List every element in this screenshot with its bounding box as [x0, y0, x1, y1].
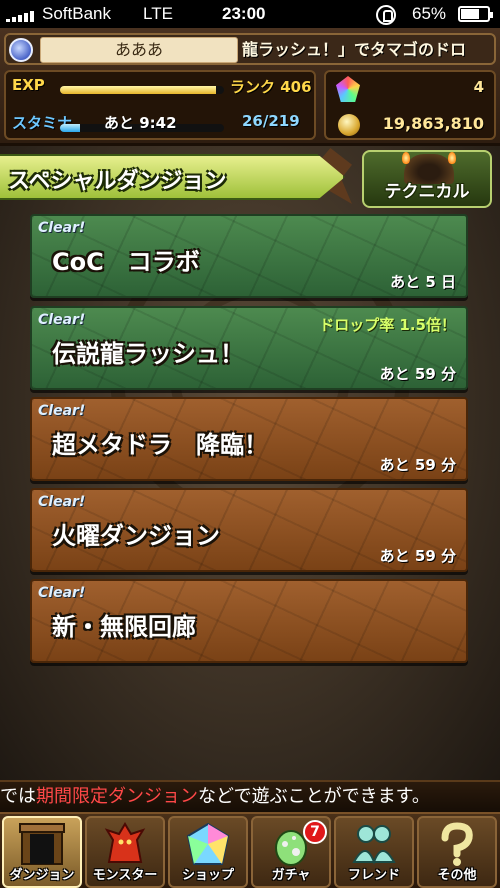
info-prefix: では — [0, 786, 36, 807]
nav-label: ガチャ — [271, 868, 311, 883]
nav-label: その他 — [437, 868, 477, 883]
nav-tab-monster[interactable]: モンスター — [85, 816, 165, 888]
nav-tab-dungeon[interactable]: ダンジョン — [2, 816, 82, 888]
rotation-lock-icon — [376, 5, 396, 25]
nav-label: ダンジョン — [9, 868, 75, 883]
technical-dungeon-button[interactable]: テクニカル — [362, 150, 492, 208]
nav-label: フレンド — [347, 868, 400, 883]
dungeon-name: 火曜ダンジョン — [52, 522, 220, 550]
nav-tab-shop[interactable]: ショップ — [168, 816, 248, 888]
nav-tab-other[interactable]: その他 — [417, 816, 497, 888]
dungeon-item[interactable]: Clear! CoC コラボ あと 5 日 — [30, 214, 468, 298]
status-bar: SoftBank LTE 23:00 65% — [0, 0, 500, 28]
remaining-time: あと 5 日 — [390, 273, 456, 291]
news-ticker: 龍ラッシュ！」でタマゴのドロ — [242, 40, 467, 59]
clear-badge: Clear! — [38, 585, 86, 601]
player-name: あああ — [40, 37, 238, 63]
info-banner: では期間限定ダンジョンなどで遊ぶことができます。 — [0, 780, 500, 812]
exp-bar-fill — [60, 86, 216, 94]
currency-panel: 4 19,863,810 — [324, 70, 496, 140]
friends-icon — [352, 825, 396, 865]
exp-stamina-panel: EXP ランク 406 スタミナ あと 9:42 26/219 — [4, 70, 316, 140]
magic-stone-icon — [336, 76, 360, 102]
dungeon-name: 超メタドラ 降臨！ — [52, 431, 268, 459]
question-icon — [441, 822, 473, 866]
magic-stone-count: 4 — [473, 78, 484, 96]
remaining-time: あと 59 分 — [379, 547, 456, 565]
nav-tab-friend[interactable]: フレンド — [334, 816, 414, 888]
dungeon-name: CoC コラボ — [52, 248, 200, 276]
carrier-label: SoftBank — [42, 4, 111, 23]
clear-badge: Clear! — [38, 403, 86, 419]
battery-percent: 65% — [412, 4, 447, 23]
status-clock: 23:00 — [222, 4, 266, 23]
remaining-time: あと 59 分 — [379, 365, 456, 383]
nav-label: モンスター — [92, 868, 158, 883]
dragon-icon — [104, 822, 146, 863]
rank-label: ランク 406 — [230, 78, 312, 96]
clear-badge: Clear! — [38, 220, 86, 236]
nav-label: ショップ — [181, 868, 234, 883]
player-name-row: あああ 龍ラッシュ！」でタマゴのドロ — [4, 33, 496, 65]
exp-bar — [60, 86, 224, 94]
dungeon-name: 伝説龍ラッシュ！ — [52, 340, 244, 368]
info-suffix: などで遊ぶことができます。 — [198, 786, 430, 807]
section-title-text: スペシャルダンジョン — [8, 169, 227, 194]
remaining-time: あと 59 分 — [379, 456, 456, 474]
info-highlight: 期間限定ダンジョン — [36, 786, 198, 807]
dungeon-item[interactable]: Clear! 新・無限回廊 — [30, 579, 468, 663]
signal-strength-icon — [6, 11, 34, 22]
nav-tab-gacha[interactable]: 7 ガチャ — [251, 816, 331, 888]
coin-icon — [338, 114, 360, 136]
dungeon-screen: スペシャルダンジョン テクニカル Clear! CoC コラボ あと 5 日 C… — [0, 146, 500, 786]
stamina-bar-fill — [60, 124, 80, 132]
exp-label: EXP — [12, 76, 45, 94]
dungeon-gate-icon — [19, 823, 65, 865]
section-title: スペシャルダンジョン — [0, 154, 345, 200]
battery-icon — [458, 6, 493, 22]
dungeon-item[interactable]: Clear! ドロップ率 1.5倍！ 伝説龍ラッシュ！ あと 59 分 — [30, 306, 468, 390]
player-header: あああ 龍ラッシュ！」でタマゴのドロ EXP ランク 406 スタミナ あと 9… — [0, 28, 500, 146]
gacha-count-badge: 7 — [303, 820, 327, 844]
dungeon-item[interactable]: Clear! 超メタドラ 降臨！ あと 59 分 — [30, 397, 468, 481]
dungeon-name: 新・無限回廊 — [52, 613, 196, 641]
player-avatar-icon[interactable] — [9, 38, 33, 62]
dungeon-item[interactable]: Clear! 火曜ダンジョン あと 59 分 — [30, 488, 468, 572]
stamina-count: 26/219 — [242, 112, 300, 130]
network-type: LTE — [143, 4, 173, 23]
bottom-nav: ダンジョン モンスター ショップ 7 ガチャ フレンド その他 — [0, 812, 500, 888]
magic-stone-icon — [186, 822, 230, 865]
clear-badge: Clear! — [38, 494, 86, 510]
stamina-timer: あと 9:42 — [104, 114, 177, 132]
drop-rate-bonus: ドロップ率 1.5倍！ — [319, 316, 456, 334]
technical-label: テクニカル — [384, 182, 470, 202]
clear-badge: Clear! — [38, 312, 86, 328]
coin-count: 19,863,810 — [382, 114, 484, 133]
